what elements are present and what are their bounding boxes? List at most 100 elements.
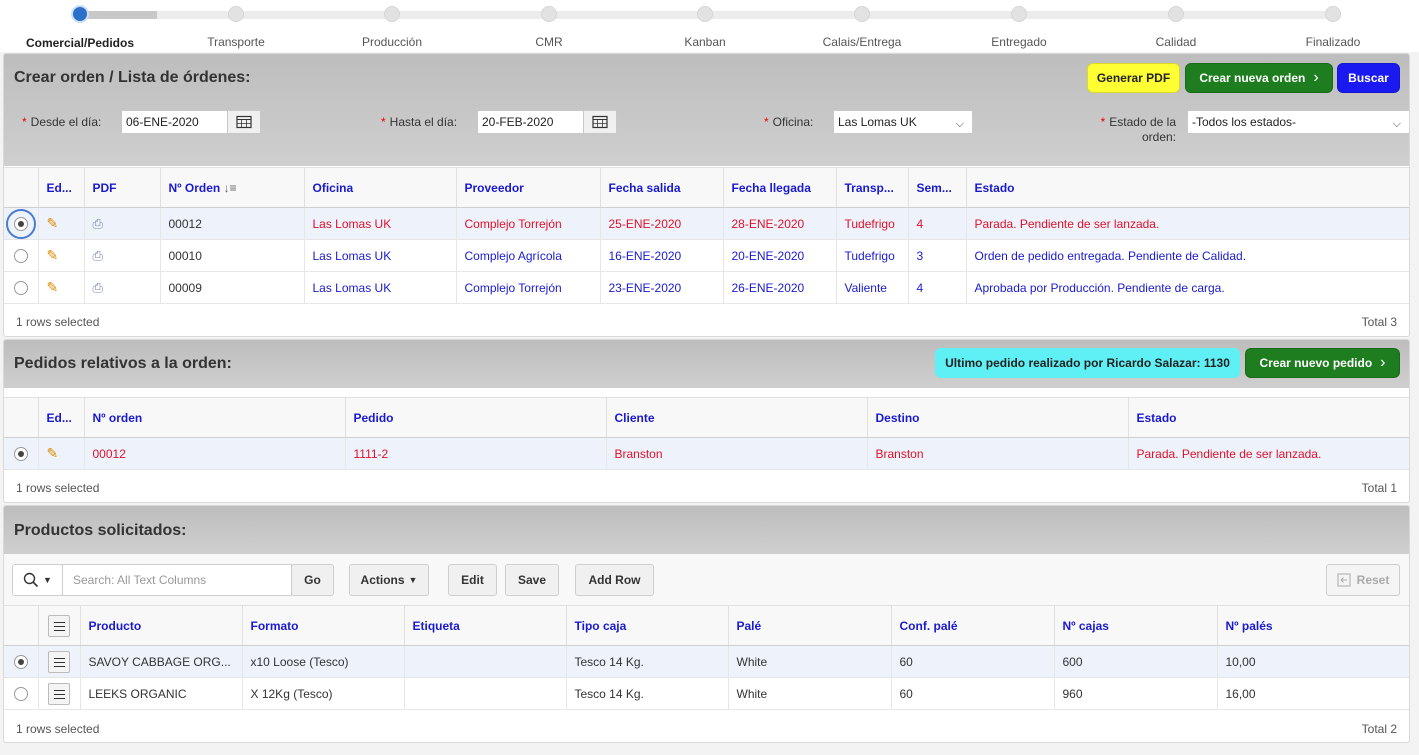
row-actions-cell[interactable] <box>38 677 81 710</box>
col-num-cajas[interactable]: Nº cajas <box>1054 605 1218 646</box>
etiqueta[interactable] <box>404 677 567 710</box>
search-column-selector[interactable]: ▼ <box>12 564 63 596</box>
printer-icon[interactable]: ⎙ <box>93 216 103 231</box>
step-kanban[interactable]: Kanban <box>635 6 775 49</box>
col-conf-pale[interactable]: Conf. palé <box>891 605 1055 646</box>
col-semana[interactable]: Sem... <box>908 167 967 208</box>
col-estado[interactable]: Estado <box>966 167 1409 208</box>
col-producto[interactable]: Producto <box>80 605 243 646</box>
col-edit[interactable]: Ed... <box>38 167 85 208</box>
tipo-caja[interactable]: Tesco 14 Kg. <box>566 645 729 678</box>
radio-button[interactable] <box>13 446 28 461</box>
step-entregado[interactable]: Entregado <box>949 6 1089 49</box>
calendar-icon[interactable] <box>583 110 617 134</box>
radio-button[interactable] <box>13 686 28 701</box>
radio-button[interactable] <box>5 208 36 239</box>
col-cliente[interactable]: Cliente <box>606 397 868 438</box>
row-select[interactable] <box>4 677 39 710</box>
conf-pale[interactable]: 60 <box>891 645 1055 678</box>
tipo-caja[interactable]: Tesco 14 Kg. <box>566 677 729 710</box>
radio-button[interactable] <box>13 654 28 669</box>
pdf-cell[interactable]: ⎙ <box>84 239 161 272</box>
printer-icon[interactable]: ⎙ <box>93 280 103 295</box>
hamburger-menu-icon[interactable] <box>48 682 70 705</box>
save-button[interactable]: Save <box>505 564 559 596</box>
col-pdf[interactable]: PDF <box>84 167 161 208</box>
col-destino[interactable]: Destino <box>867 397 1129 438</box>
col-proveedor[interactable]: Proveedor <box>456 167 601 208</box>
col-oficina[interactable]: Oficina <box>304 167 457 208</box>
col-transporte[interactable]: Transp... <box>836 167 909 208</box>
step-cmr[interactable]: CMR <box>479 6 619 49</box>
producto[interactable]: SAVOY CABBAGE ORG... <box>80 645 243 678</box>
col-fecha-salida[interactable]: Fecha salida <box>600 167 724 208</box>
num-cajas[interactable]: 600 <box>1054 645 1218 678</box>
office-select[interactable]: Las Lomas UK ⌵ <box>833 110 973 134</box>
hamburger-menu-icon[interactable] <box>48 614 70 637</box>
conf-pale[interactable]: 60 <box>891 677 1055 710</box>
col-pedido[interactable]: Pedido <box>345 397 607 438</box>
row-select[interactable] <box>4 271 39 304</box>
step-comercial-pedidos[interactable]: Comercial/Pedidos <box>10 5 150 50</box>
row-select[interactable] <box>4 207 39 240</box>
col-order-number[interactable]: Nº orden <box>84 397 346 438</box>
etiqueta[interactable] <box>404 645 567 678</box>
row-select[interactable] <box>4 645 39 678</box>
search-button[interactable]: Buscar <box>1337 63 1400 93</box>
to-date-input[interactable]: 20-FEB-2020 <box>477 110 584 134</box>
order-state-select[interactable]: -Todos los estados- ⌵ <box>1187 110 1409 134</box>
create-pedido-button[interactable]: Crear nuevo pedido › <box>1245 348 1400 378</box>
add-row-button[interactable]: Add Row <box>575 564 654 596</box>
go-button[interactable]: Go <box>291 564 334 596</box>
col-tipo-caja[interactable]: Tipo caja <box>566 605 729 646</box>
formato[interactable]: X 12Kg (Tesco) <box>242 677 405 710</box>
search-input[interactable]: Search: All Text Columns <box>62 564 292 596</box>
table-row[interactable]: ✎ 00012 1111-2 Branston Branston Parada.… <box>4 437 1409 470</box>
radio-button[interactable] <box>13 280 28 295</box>
pale[interactable]: White <box>728 645 892 678</box>
col-estado[interactable]: Estado <box>1128 397 1409 438</box>
edit-button[interactable]: Edit <box>448 564 497 596</box>
row-actions-header[interactable] <box>38 605 81 646</box>
table-row[interactable]: ✎ ⎙ 00012 Las Lomas UK Complejo Torrejón… <box>4 207 1409 240</box>
pencil-icon[interactable]: ✎ <box>47 279 59 295</box>
printer-icon[interactable]: ⎙ <box>93 248 103 263</box>
table-row[interactable]: SAVOY CABBAGE ORG... x10 Loose (Tesco) T… <box>4 645 1409 678</box>
table-row[interactable]: ✎ ⎙ 00010 Las Lomas UK Complejo Agrícola… <box>4 239 1409 272</box>
table-row[interactable]: ✎ ⎙ 00009 Las Lomas UK Complejo Torrejón… <box>4 271 1409 304</box>
radio-button[interactable] <box>13 248 28 263</box>
pdf-cell[interactable]: ⎙ <box>84 271 161 304</box>
col-formato[interactable]: Formato <box>242 605 405 646</box>
step-produccion[interactable]: Producción <box>322 6 462 49</box>
pencil-icon[interactable]: ✎ <box>47 247 59 263</box>
step-calidad[interactable]: Calidad <box>1106 6 1246 49</box>
num-pales[interactable]: 10,00 <box>1217 645 1409 678</box>
reset-button[interactable]: Reset <box>1326 564 1400 596</box>
col-num-pales[interactable]: Nº palés <box>1217 605 1409 646</box>
generate-pdf-button[interactable]: Generar PDF <box>1087 63 1180 93</box>
col-fecha-llegada[interactable]: Fecha llegada <box>723 167 837 208</box>
producto[interactable]: LEEKS ORGANIC <box>80 677 243 710</box>
pencil-icon[interactable]: ✎ <box>47 215 59 231</box>
create-order-button[interactable]: Crear nueva orden › <box>1185 63 1333 93</box>
step-finalizado[interactable]: Finalizado <box>1263 6 1403 49</box>
edit-cell[interactable]: ✎ <box>38 239 85 272</box>
pdf-cell[interactable]: ⎙ <box>84 207 161 240</box>
formato[interactable]: x10 Loose (Tesco) <box>242 645 405 678</box>
num-pales[interactable]: 16,00 <box>1217 677 1409 710</box>
col-pale[interactable]: Palé <box>728 605 892 646</box>
step-transporte[interactable]: Transporte <box>166 6 306 49</box>
row-actions-cell[interactable] <box>38 645 81 678</box>
calendar-icon[interactable] <box>227 110 261 134</box>
col-edit[interactable]: Ed... <box>38 397 85 438</box>
edit-cell[interactable]: ✎ <box>38 437 85 470</box>
row-select[interactable] <box>4 437 39 470</box>
pencil-icon[interactable]: ✎ <box>47 445 59 461</box>
col-order-number[interactable]: Nº Orden ↓≡ <box>160 167 305 208</box>
from-date-input[interactable]: 06-ENE-2020 <box>121 110 228 134</box>
step-calais-entrega[interactable]: Calais/Entrega <box>792 6 932 49</box>
hamburger-menu-icon[interactable] <box>48 650 70 673</box>
row-select[interactable] <box>4 239 39 272</box>
actions-button[interactable]: Actions ▼ <box>349 564 429 596</box>
num-cajas[interactable]: 960 <box>1054 677 1218 710</box>
